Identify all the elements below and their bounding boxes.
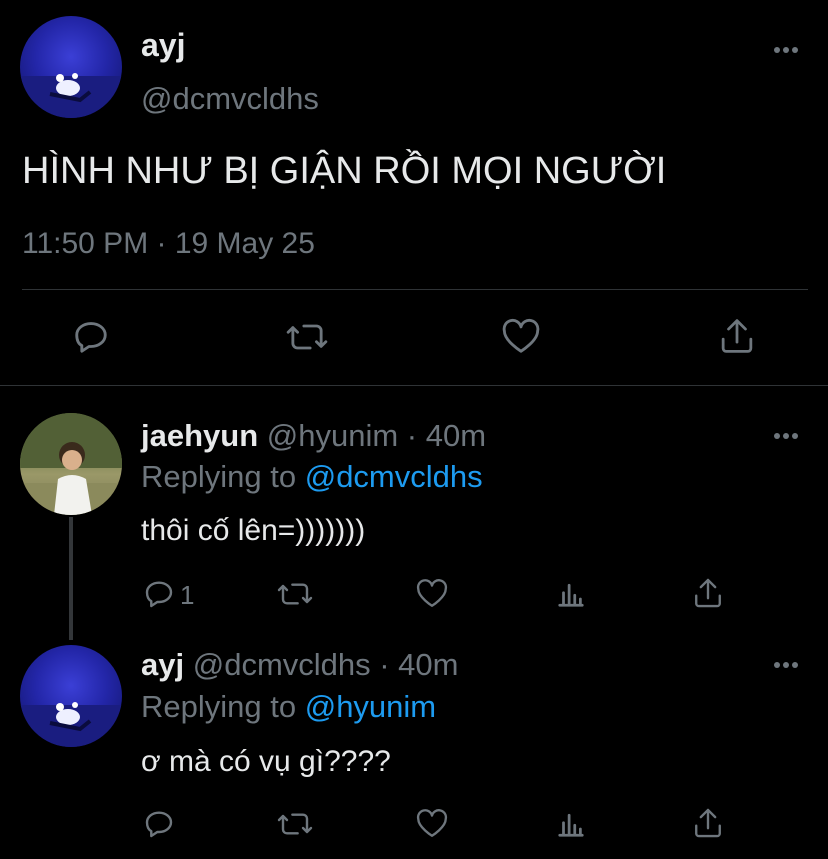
avatar-image (20, 702, 122, 747)
reply-1-display-name[interactable]: jaehyun (141, 418, 258, 453)
retweet-icon[interactable] (276, 578, 314, 610)
main-tweet-text: HÌNH NHƯ BỊ GIẬN RỒI MỌI NGƯỜI (22, 150, 667, 192)
retweet-icon[interactable] (285, 318, 329, 356)
analytics-icon[interactable] (556, 578, 586, 610)
more-options-icon[interactable] (773, 426, 799, 446)
reply-1-replying-to: Replying to @dcmvcldhs (141, 458, 483, 496)
reply-2-text: ơ mà có vụ gì???? (141, 745, 391, 778)
replying-to-link[interactable]: @dcmvcldhs (305, 459, 483, 494)
reply-1-text: thôi cố lên=))))))) (141, 514, 366, 547)
reply-2-meta[interactable]: @dcmvcldhs · 40m (193, 647, 459, 682)
reply-2-replying-to: Replying to @hyunim (141, 688, 436, 726)
section-divider (0, 385, 828, 386)
avatar-main[interactable] (20, 16, 122, 118)
analytics-icon[interactable] (556, 808, 586, 840)
avatar-image (20, 73, 122, 118)
avatar-reply-2[interactable] (20, 645, 122, 747)
avatar-reply-1[interactable] (20, 413, 122, 515)
like-icon[interactable] (415, 578, 449, 610)
reply-icon[interactable] (72, 318, 110, 356)
reply-icon[interactable] (143, 808, 175, 840)
thread-line (69, 517, 73, 640)
like-icon[interactable] (500, 318, 542, 356)
reply-2-display-name[interactable]: ayj (141, 647, 184, 682)
replying-to-link[interactable]: @hyunim (305, 689, 436, 724)
main-handle[interactable]: @dcmvcldhs (141, 80, 319, 118)
replying-to-label: Replying to (141, 689, 297, 724)
reply-1-meta[interactable]: @hyunim · 40m (267, 418, 486, 453)
reply-icon[interactable] (143, 578, 175, 610)
avatar-image (20, 413, 122, 515)
reply-2-header: ayj @dcmvcldhs · 40m (141, 646, 459, 684)
more-options-icon[interactable] (773, 40, 799, 60)
main-display-name[interactable]: ayj (141, 26, 185, 64)
replying-to-label: Replying to (141, 459, 297, 494)
reply-count: 1 (180, 580, 195, 610)
divider (22, 289, 808, 290)
more-options-icon[interactable] (773, 655, 799, 675)
main-timestamp[interactable]: 11:50 PM · 19 May 25 (22, 225, 315, 263)
share-icon[interactable] (692, 576, 724, 610)
retweet-icon[interactable] (276, 808, 314, 840)
share-icon[interactable] (718, 316, 756, 356)
share-icon[interactable] (692, 806, 724, 840)
like-icon[interactable] (415, 808, 449, 840)
reply-1-header: jaehyun @hyunim · 40m (141, 417, 486, 455)
